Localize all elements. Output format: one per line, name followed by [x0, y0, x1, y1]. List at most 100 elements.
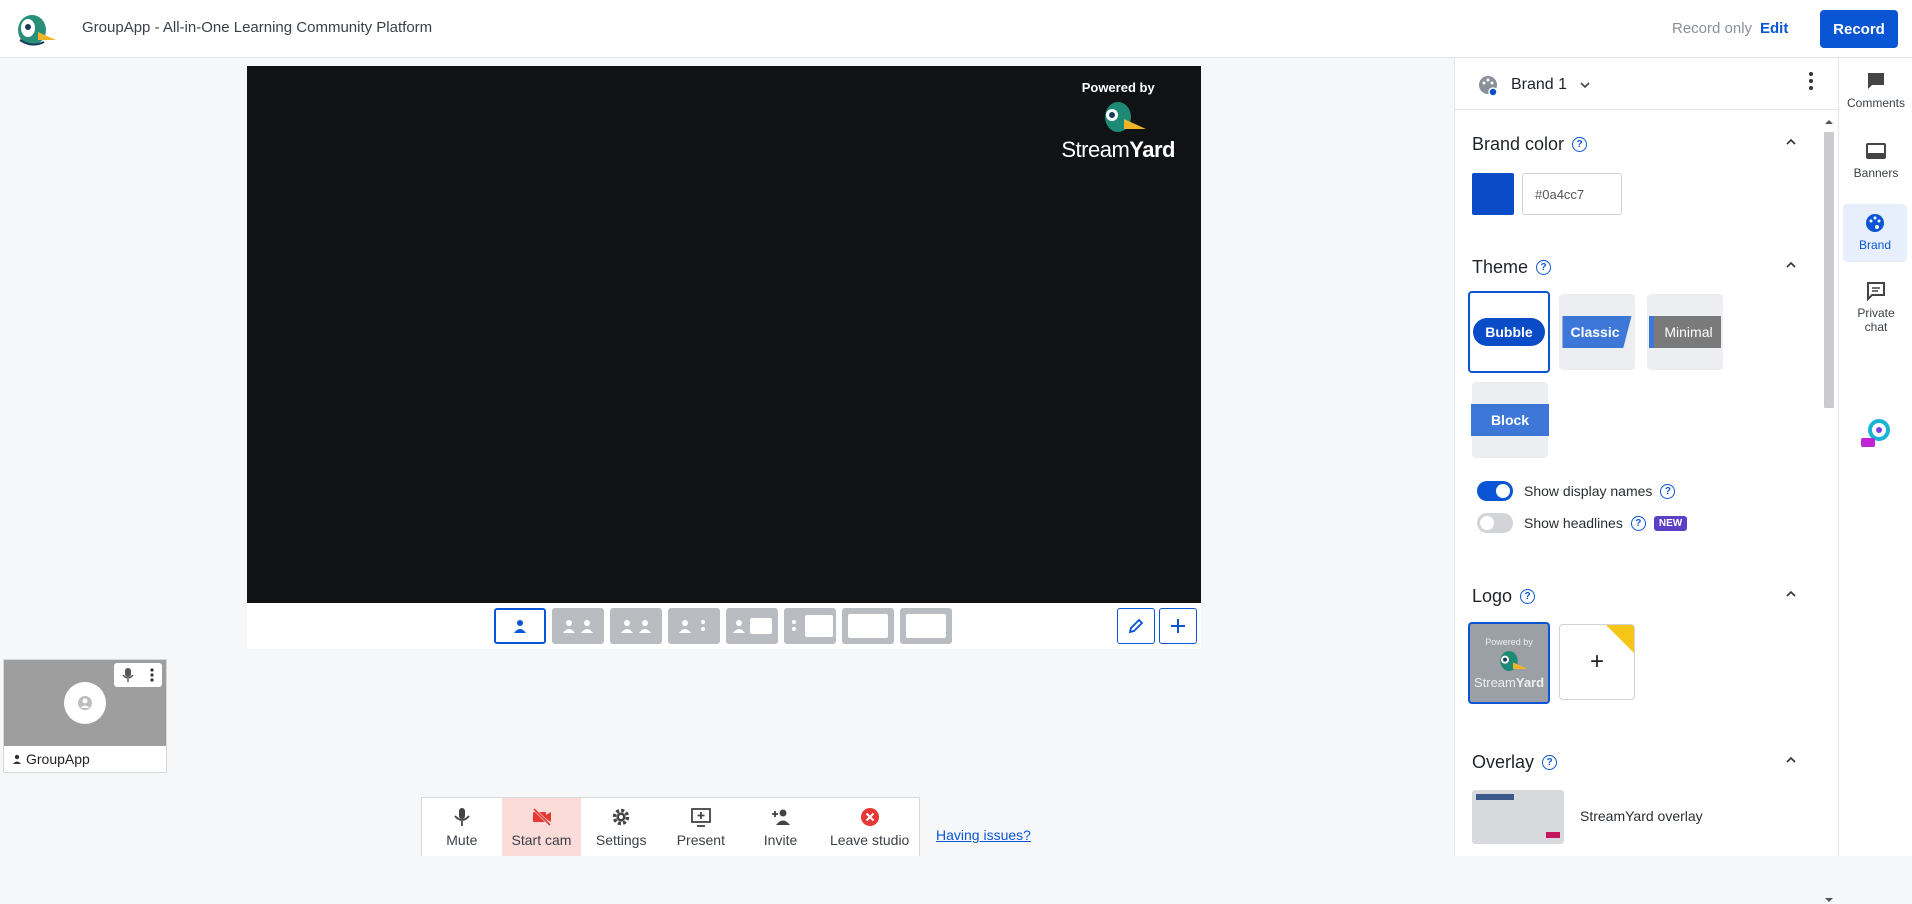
- headlines-label: Show headlines: [1524, 515, 1623, 531]
- rail-comments-label: Comments: [1846, 96, 1905, 110]
- layout-leader-button[interactable]: [668, 608, 720, 644]
- help-icon[interactable]: ?: [1542, 755, 1558, 770]
- comment-icon: [1868, 73, 1884, 89]
- person-icon: [621, 620, 633, 633]
- broadcast-stage[interactable]: Powered by StreamYard: [247, 66, 1201, 603]
- new-badge: NEW: [1653, 515, 1688, 531]
- person-stack-icon: [701, 620, 705, 631]
- screen-icon: [805, 615, 833, 637]
- layout-pip-button[interactable]: [842, 608, 894, 644]
- theme-classic-option[interactable]: Classic: [1559, 294, 1635, 370]
- logo-heading: Logo ?: [1472, 586, 1536, 607]
- logo-powered-by: Powered by: [1485, 636, 1533, 647]
- panel-scrollbar[interactable]: [1820, 118, 1836, 902]
- microphone-icon[interactable]: [122, 667, 134, 683]
- help-icon[interactable]: ?: [1630, 515, 1646, 531]
- person-icon: [563, 620, 575, 633]
- theme-bubble-label: Bubble: [1473, 318, 1545, 346]
- headlines-toggle[interactable]: [1477, 513, 1513, 533]
- leave-studio-label: Leave studio: [829, 832, 910, 848]
- theme-bubble-option[interactable]: Bubble: [1468, 291, 1550, 373]
- overlay-thumb-badge: [1546, 832, 1560, 838]
- theme-block-option[interactable]: Block: [1470, 382, 1550, 458]
- brand-color-heading: Brand color ?: [1472, 134, 1588, 155]
- studio-toolbar: Mute Start cam Settings Present Invite L…: [421, 797, 920, 856]
- edit-button[interactable]: Edit: [1760, 20, 1788, 37]
- rail-private-chat[interactable]: Private chat: [1839, 272, 1912, 334]
- toggle-knob: [1480, 516, 1494, 530]
- help-icon[interactable]: ?: [1520, 589, 1536, 604]
- participant-name-label: GroupApp: [26, 751, 90, 767]
- help-icon[interactable]: ?: [1660, 483, 1676, 499]
- ai-assistant-icon[interactable]: [1859, 416, 1893, 450]
- more-vertical-icon[interactable]: [150, 668, 154, 682]
- person-icon: [639, 620, 651, 633]
- logo-option-streamyard[interactable]: Powered by StreamYard: [1468, 622, 1550, 704]
- scroll-up-icon[interactable]: [1823, 118, 1835, 126]
- settings-label: Settings: [595, 832, 647, 848]
- layout-solo-button[interactable]: [494, 608, 546, 644]
- rail-comments[interactable]: Comments: [1839, 62, 1912, 110]
- participant-tile[interactable]: GroupApp: [3, 659, 167, 773]
- rail-banners-label: Banners: [1853, 166, 1899, 180]
- person-icon: [514, 620, 526, 633]
- overlay-heading: Overlay ?: [1472, 752, 1558, 773]
- duck-logo-icon: [1500, 650, 1528, 671]
- rail-brand-label: Brand: [1858, 238, 1892, 252]
- chevron-up-icon[interactable]: [1785, 261, 1797, 269]
- theme-block-label: Block: [1470, 404, 1550, 436]
- screen-icon: [906, 614, 946, 638]
- brand-selector[interactable]: Brand 1: [1477, 74, 1591, 96]
- overlay-thumbnail[interactable]: [1472, 790, 1564, 844]
- chevron-up-icon[interactable]: [1785, 590, 1797, 598]
- person-icon: [13, 754, 21, 764]
- more-vertical-icon[interactable]: [1809, 72, 1813, 96]
- rail-brand[interactable]: Brand: [1843, 204, 1907, 262]
- close-circle-icon: [860, 808, 879, 826]
- microphone-icon: [454, 808, 470, 826]
- add-logo-button[interactable]: +: [1559, 624, 1635, 700]
- avatar: [64, 682, 106, 724]
- help-icon[interactable]: ?: [1572, 137, 1588, 152]
- scroll-down-icon[interactable]: [1823, 896, 1835, 904]
- mute-label: Mute: [446, 832, 478, 848]
- participant-video: [4, 660, 166, 746]
- record-button[interactable]: Record: [1820, 10, 1898, 48]
- participant-name: GroupApp: [12, 751, 90, 767]
- overlay-title: Overlay: [1472, 752, 1535, 772]
- leave-studio-button[interactable]: Leave studio: [820, 798, 919, 856]
- layout-fullscreen-button[interactable]: [900, 608, 952, 644]
- add-layout-button[interactable]: [1159, 608, 1197, 644]
- scroll-thumb[interactable]: [1824, 132, 1834, 408]
- panel-header: Brand 1: [1455, 58, 1839, 110]
- theme-minimal-option[interactable]: Minimal: [1647, 294, 1723, 370]
- display-names-toggle[interactable]: [1477, 481, 1513, 501]
- having-issues-link[interactable]: Having issues?: [936, 827, 1031, 843]
- chevron-up-icon[interactable]: [1785, 138, 1797, 146]
- start-cam-label: Start cam: [511, 832, 572, 848]
- settings-button[interactable]: Settings: [581, 798, 661, 856]
- chat-icon: [1867, 282, 1885, 302]
- brand-color-swatch[interactable]: [1472, 173, 1514, 215]
- overlay-thumb-banner: [1476, 794, 1514, 800]
- layout-thumb-screen-button[interactable]: [784, 608, 836, 644]
- add-person-icon: [771, 809, 790, 825]
- logo-wordmark: StreamYard: [1473, 674, 1545, 690]
- help-icon[interactable]: ?: [1536, 260, 1552, 275]
- mute-button[interactable]: Mute: [422, 798, 502, 856]
- right-rail: Comments Banners Brand Private chat: [1838, 58, 1912, 856]
- edit-layout-button[interactable]: [1117, 608, 1155, 644]
- chevron-up-icon[interactable]: [1785, 756, 1797, 764]
- brand-color-input[interactable]: [1522, 173, 1622, 215]
- display-names-row: Show display names ?: [1524, 483, 1676, 499]
- present-button[interactable]: Present: [661, 798, 741, 856]
- rail-banners[interactable]: Banners: [1839, 132, 1912, 180]
- layout-two-person-button[interactable]: [552, 608, 604, 644]
- present-label: Present: [676, 832, 725, 848]
- person-stack-icon: [792, 620, 796, 631]
- layout-group-button[interactable]: [610, 608, 662, 644]
- theme-heading: Theme ?: [1472, 257, 1552, 278]
- layout-side-screen-button[interactable]: [726, 608, 778, 644]
- start-cam-button[interactable]: Start cam: [501, 798, 582, 856]
- invite-button[interactable]: Invite: [741, 798, 821, 856]
